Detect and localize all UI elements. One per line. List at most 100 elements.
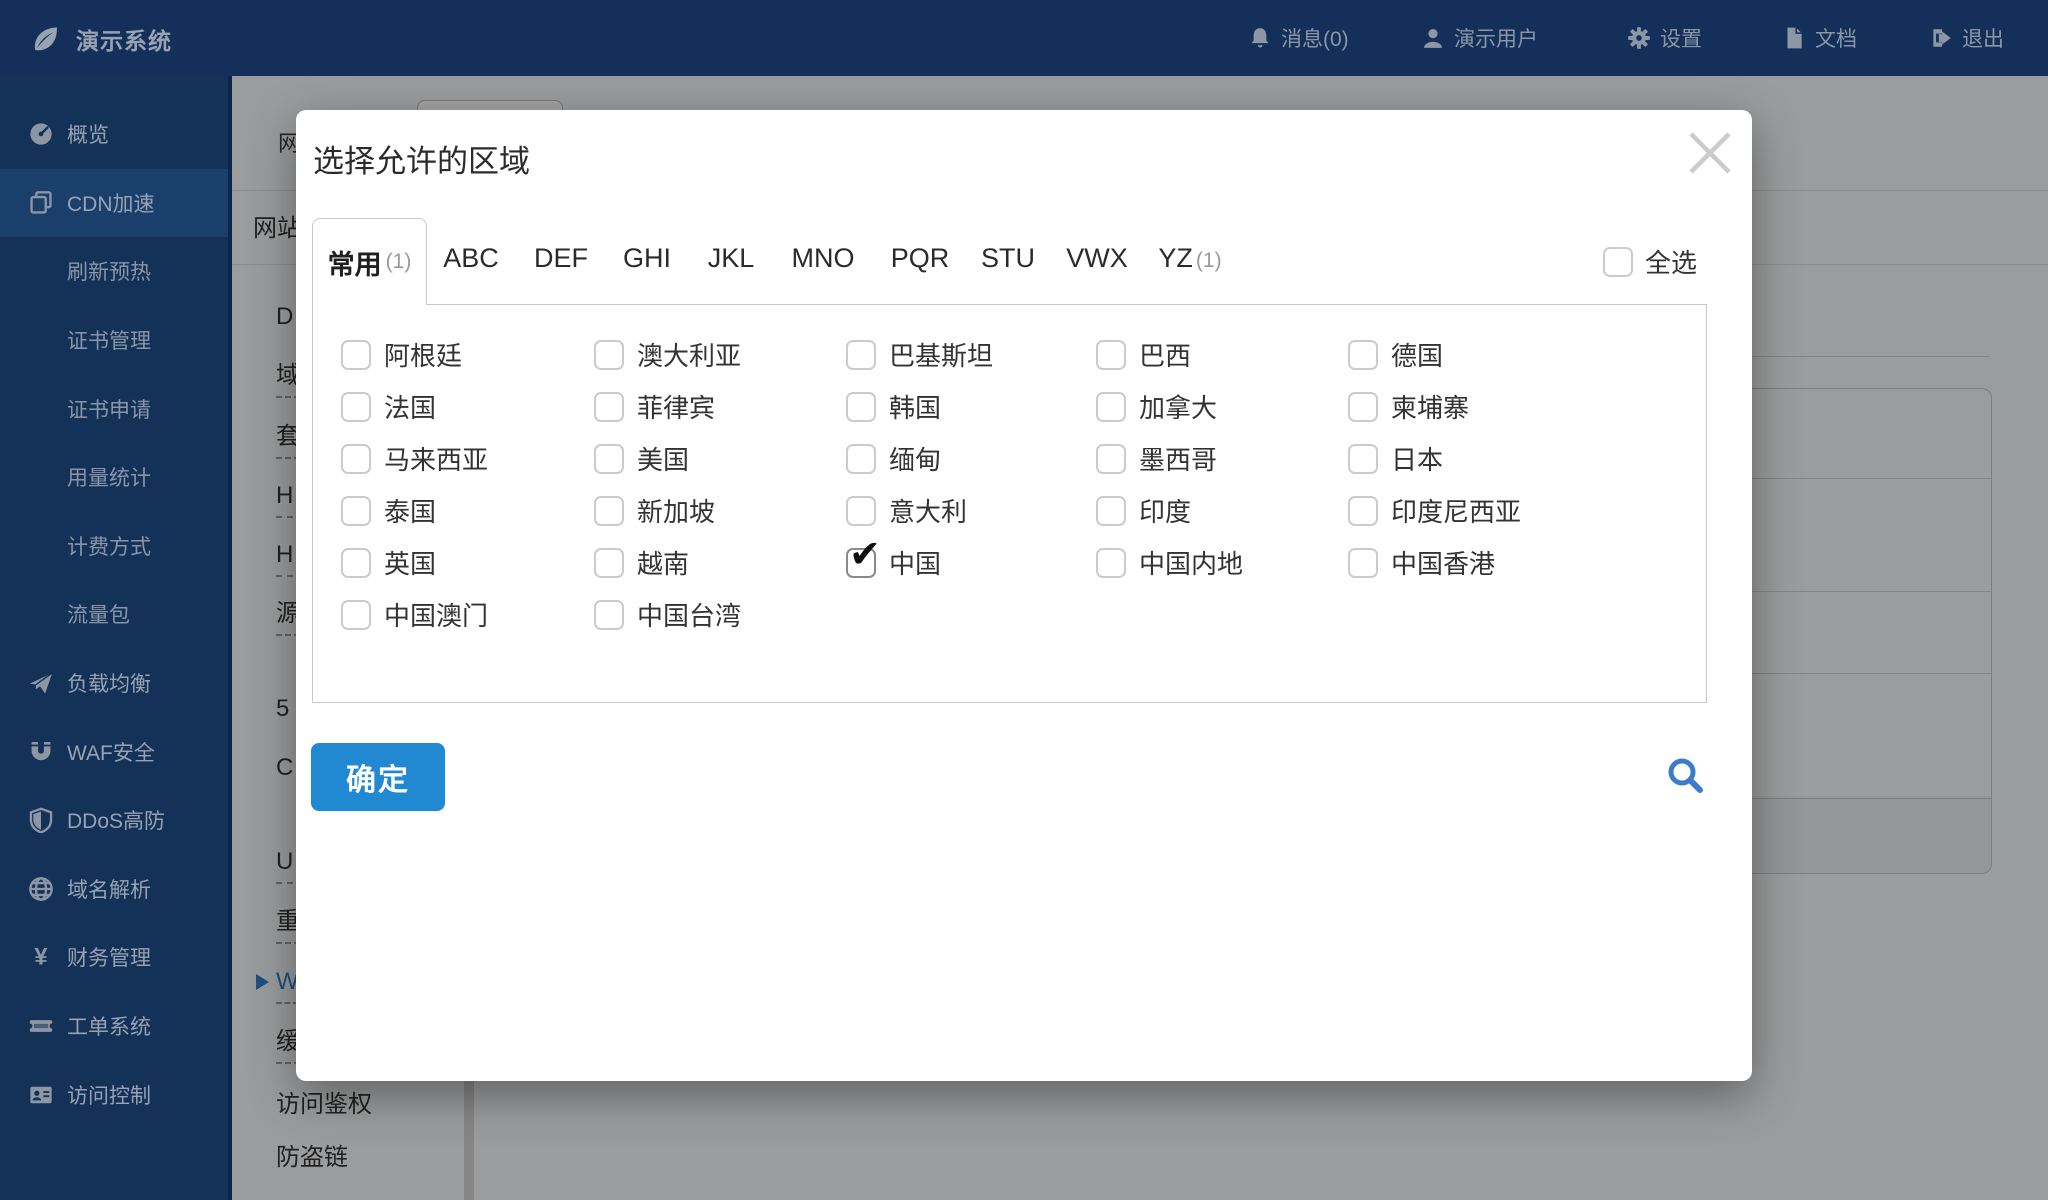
tab-STU[interactable]: STU (981, 243, 1035, 274)
checkbox[interactable] (594, 391, 624, 422)
region-option-美国[interactable]: 美国 (594, 440, 689, 477)
region-label[interactable]: 印度 (1139, 492, 1191, 529)
region-label[interactable]: 中国台湾 (637, 596, 741, 633)
sidebar-item-WAF安全[interactable]: WAF安全 (0, 717, 232, 786)
region-label[interactable]: 巴基斯坦 (889, 336, 993, 373)
region-option-泰国[interactable]: 泰国 (341, 492, 436, 529)
region-label[interactable]: 中国 (889, 544, 941, 581)
region-label[interactable]: 柬埔寨 (1391, 388, 1469, 425)
tab-ABC[interactable]: ABC (443, 243, 499, 274)
region-label[interactable]: 法国 (384, 388, 436, 425)
checkbox[interactable] (341, 495, 371, 526)
region-option-阿根廷[interactable]: 阿根廷 (341, 336, 462, 373)
region-option-中国内地[interactable]: 中国内地 (1096, 544, 1243, 581)
region-label[interactable]: 越南 (637, 544, 689, 581)
checkbox[interactable] (594, 339, 624, 370)
nav-item-3[interactable]: 设置 (1627, 0, 1702, 76)
region-label[interactable]: 马来西亚 (384, 440, 488, 477)
confirm-button[interactable]: 确定 (311, 743, 445, 811)
region-option-中国澳门[interactable]: 中国澳门 (341, 596, 488, 633)
checkbox[interactable] (1096, 443, 1126, 474)
checkbox[interactable] (594, 495, 624, 526)
region-label[interactable]: 英国 (384, 544, 436, 581)
checkbox-checked[interactable]: ✔ (846, 536, 881, 578)
checkbox[interactable] (1096, 339, 1126, 370)
checkbox[interactable] (1096, 547, 1126, 578)
region-option-越南[interactable]: 越南 (594, 544, 689, 581)
region-option-中国台湾[interactable]: 中国台湾 (594, 596, 741, 633)
sidebar-item-CDN加速[interactable]: CDN加速 (0, 168, 232, 238)
sidebar-item-工单系统[interactable]: 工单系统 (0, 992, 232, 1061)
nav-item-5[interactable]: 退出 (1929, 0, 2004, 76)
tab-PQR[interactable]: PQR (891, 243, 950, 274)
region-label[interactable]: 中国内地 (1139, 544, 1243, 581)
region-option-加拿大[interactable]: 加拿大 (1096, 388, 1217, 425)
region-option-巴基斯坦[interactable]: 巴基斯坦 (846, 336, 993, 373)
region-label[interactable]: 德国 (1391, 336, 1443, 373)
region-label[interactable]: 意大利 (889, 492, 967, 529)
region-option-德国[interactable]: 德国 (1348, 336, 1443, 373)
region-label[interactable]: 墨西哥 (1139, 440, 1217, 477)
region-label[interactable]: 新加坡 (637, 492, 715, 529)
sidebar-item-流量包[interactable]: 流量包 (0, 580, 232, 649)
region-label[interactable]: 中国澳门 (384, 596, 488, 633)
region-option-韩国[interactable]: 韩国 (846, 388, 941, 425)
tab-JKL[interactable]: JKL (708, 243, 755, 274)
tab-MNO[interactable]: MNO (792, 243, 855, 274)
checkbox[interactable] (341, 443, 371, 474)
region-option-印度尼西亚[interactable]: 印度尼西亚 (1348, 492, 1521, 529)
nav-item-4[interactable]: 文档 (1782, 0, 1857, 76)
region-label[interactable]: 阿根廷 (384, 336, 462, 373)
sidebar-item-用量统计[interactable]: 用量统计 (0, 443, 232, 512)
select-all-checkbox[interactable]: 全选 (1603, 243, 1697, 280)
sidebar-item-计费方式[interactable]: 计费方式 (0, 512, 232, 581)
checkbox[interactable] (846, 391, 876, 422)
sidebar-item-负载均衡[interactable]: 负载均衡 (0, 649, 232, 718)
checkbox[interactable] (594, 599, 624, 630)
sidebar-item-访问控制[interactable]: 访问控制 (0, 1060, 232, 1129)
nav-item-2[interactable]: 演示用户 (1421, 0, 1538, 76)
region-option-印度[interactable]: 印度 (1096, 492, 1191, 529)
app-logo[interactable]: 演示系统 (30, 22, 172, 56)
region-label[interactable]: 加拿大 (1139, 388, 1217, 425)
sidebar-item-刷新预热[interactable]: 刷新预热 (0, 237, 232, 306)
region-option-马来西亚[interactable]: 马来西亚 (341, 440, 488, 477)
region-label[interactable]: 中国香港 (1391, 544, 1495, 581)
select-all-label[interactable]: 全选 (1645, 243, 1697, 280)
region-label[interactable]: 印度尼西亚 (1391, 492, 1521, 529)
tab-GHI[interactable]: GHI (623, 243, 671, 274)
checkbox[interactable] (341, 599, 371, 630)
sidebar-item-证书管理[interactable]: 证书管理 (0, 306, 232, 375)
checkbox[interactable] (1348, 495, 1378, 526)
region-option-日本[interactable]: 日本 (1348, 440, 1443, 477)
region-label[interactable]: 巴西 (1139, 336, 1191, 373)
checkbox[interactable] (341, 391, 371, 422)
region-option-英国[interactable]: 英国 (341, 544, 436, 581)
sidebar-item-DDoS高防[interactable]: DDoS高防 (0, 786, 232, 855)
region-option-意大利[interactable]: 意大利 (846, 492, 967, 529)
sidebar-item-财务管理[interactable]: ¥ 财务管理 (0, 923, 232, 992)
checkbox[interactable] (341, 547, 371, 578)
region-option-中国香港[interactable]: 中国香港 (1348, 544, 1495, 581)
checkbox[interactable] (1348, 391, 1378, 422)
sidebar-item-概览[interactable]: 概览 (0, 100, 232, 169)
region-option-墨西哥[interactable]: 墨西哥 (1096, 440, 1217, 477)
region-label[interactable]: 韩国 (889, 388, 941, 425)
search-icon[interactable] (1664, 756, 1708, 800)
checkbox[interactable] (1348, 547, 1378, 578)
region-label[interactable]: 澳大利亚 (637, 336, 741, 373)
checkbox[interactable] (846, 495, 876, 526)
region-label[interactable]: 缅甸 (889, 440, 941, 477)
region-option-澳大利亚[interactable]: 澳大利亚 (594, 336, 741, 373)
region-option-法国[interactable]: 法国 (341, 388, 436, 425)
region-option-新加坡[interactable]: 新加坡 (594, 492, 715, 529)
tab-常用-active[interactable]: 常用 (1) (312, 218, 427, 305)
region-option-巴西[interactable]: 巴西 (1096, 336, 1191, 373)
region-label[interactable]: 菲律宾 (637, 388, 715, 425)
tab-DEF[interactable]: DEF (534, 243, 588, 274)
checkbox[interactable] (1603, 246, 1633, 277)
checkbox[interactable] (594, 547, 624, 578)
region-label[interactable]: 泰国 (384, 492, 436, 529)
region-option-缅甸[interactable]: 缅甸 (846, 440, 941, 477)
nav-item-1[interactable]: 消息(0) (1248, 0, 1349, 76)
